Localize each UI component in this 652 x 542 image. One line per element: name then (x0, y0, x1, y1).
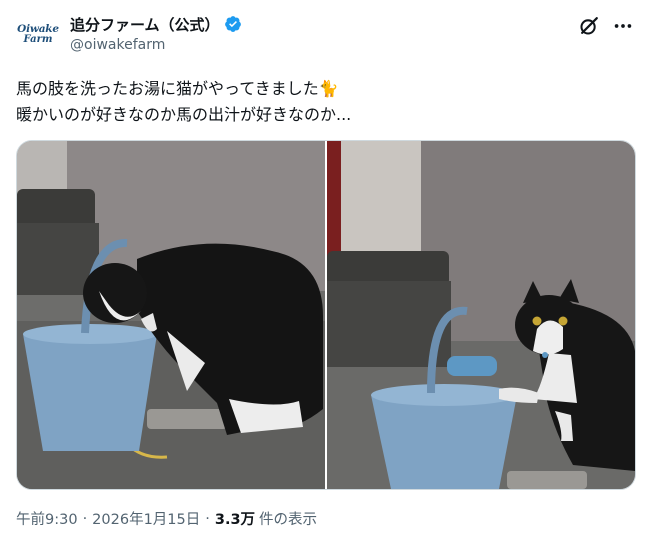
more-options-icon[interactable] (612, 15, 634, 37)
views-label: 件の表示 (259, 512, 318, 528)
meta-separator: · (205, 510, 210, 527)
handle[interactable]: @oiwakefarm (70, 37, 165, 53)
tweet-text-line: 馬の肢を洗ったお湯に猫がやってきました🐈 (16, 79, 339, 98)
verified-badge-icon (224, 16, 241, 32)
tweet-date[interactable]: 2026年1月15日 (92, 508, 200, 529)
views-count: 3.3万 (214, 512, 256, 528)
photo-1[interactable] (17, 141, 325, 489)
tweet-text-line: 暖かいのが好きなのか馬の出汁が好きなのか... (16, 105, 352, 124)
tweet-time[interactable]: 午前9:30 (16, 508, 78, 529)
display-name[interactable]: 追分ファーム（公式） (70, 14, 220, 35)
author-name-row: 追分ファーム（公式） (70, 13, 242, 35)
photo-2[interactable] (327, 141, 635, 489)
grok-icon[interactable] (578, 15, 600, 37)
meta-separator: · (82, 510, 88, 527)
tweet-text: 馬の肢を洗ったお湯に猫がやってきました🐈 暖かいのが好きなのか馬の出汁が好きなの… (16, 76, 636, 128)
tweet-meta: 午前9:30 · 2026年1月15日 · 3.3万 件の表示 (16, 508, 317, 529)
avatar-logo-line2: Farm (23, 34, 53, 46)
media-grid (16, 140, 636, 490)
avatar[interactable]: Oiwake Farm (16, 13, 60, 57)
